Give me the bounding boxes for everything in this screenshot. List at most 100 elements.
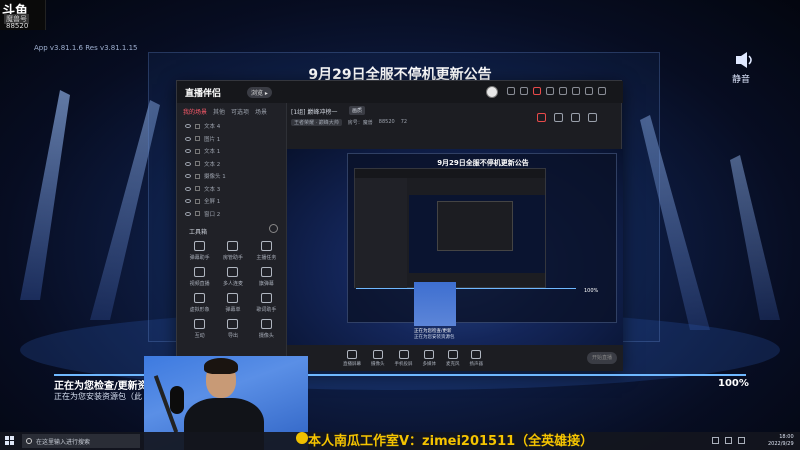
headset-icon[interactable] (507, 87, 515, 95)
avatar[interactable] (486, 86, 498, 98)
coin-icon (296, 432, 308, 444)
screen-capture-button[interactable]: 直播屏幕 (343, 349, 361, 367)
layer-label: 窗口 2 (204, 211, 221, 218)
text-layer-icon (195, 186, 200, 192)
taskbar-clock[interactable]: 18:00 2022/9/29 (768, 434, 794, 448)
room-id: 88520 (378, 119, 395, 125)
gift-box-icon[interactable] (537, 113, 546, 122)
layer-item[interactable]: 文本 2 (177, 158, 286, 171)
app-browse-button[interactable]: 浏览 ▸ (247, 87, 272, 98)
layer-item[interactable]: 全屏 1 (177, 195, 286, 208)
tool-interact[interactable]: 互动 (183, 319, 216, 339)
titlebar-icons (507, 87, 606, 95)
tool-multi-mic[interactable]: 多人连麦 (216, 267, 249, 287)
live-preview[interactable]: 9月29日全服不停机更新公告 100% 正在为您检查/更新 正在为您安装资源包 (287, 149, 623, 345)
stream-screen: 斗鱼 魔兽号 88520 App v3.81.1.6 Res v3.81.1.1… (0, 0, 800, 450)
nested-preview-recursive (437, 201, 513, 251)
eye-icon[interactable] (185, 211, 191, 216)
tab-options[interactable]: 可选项 (231, 107, 249, 116)
taskbar-search-input[interactable]: 在这里输入进行搜索 (22, 434, 140, 448)
nested-notice-title: 9月29日全服不停机更新公告 (437, 159, 529, 167)
text-layer-icon (195, 161, 200, 167)
layer-label: 文本 1 (204, 149, 221, 156)
tool-danmu-list[interactable]: 弹幕单 (216, 293, 249, 313)
layer-item[interactable]: 摄像头 1 (177, 170, 286, 183)
layer-item[interactable]: 图片 1 (177, 133, 286, 146)
eye-icon[interactable] (185, 199, 191, 204)
tool-host-tasks[interactable]: 主播任务 (250, 241, 283, 261)
nested-notice-window: 9月29日全服不停机更新公告 100% 正在为您检查/更新 正在为您安装资源包 (347, 153, 617, 340)
toolbox-more-button[interactable] (269, 224, 278, 233)
volume-icon[interactable] (725, 437, 732, 444)
mic-icon (447, 349, 458, 359)
settings-icon[interactable] (546, 87, 554, 95)
eye-icon[interactable] (185, 186, 191, 191)
update-status-text: 正在为您检查/更新资 (54, 381, 148, 392)
windows-start-icon[interactable] (5, 436, 15, 446)
layer-label: 摄像头 1 (204, 174, 226, 181)
flag-icon (260, 267, 272, 277)
task-icon (260, 241, 272, 251)
nested-progress-percent: 100% (584, 288, 599, 294)
ime-icon[interactable] (738, 437, 745, 444)
screen-icon[interactable] (571, 113, 580, 122)
minimize-icon[interactable] (572, 87, 580, 95)
tool-avatar[interactable]: 虚拟形象 (183, 293, 216, 313)
share-icon[interactable] (588, 113, 597, 122)
monitor-icon (347, 349, 357, 359)
mute-label[interactable]: 静音 (732, 72, 750, 85)
network-icon[interactable] (712, 437, 719, 444)
category-tag[interactable]: 王者荣耀 · 巅峰大帅 (291, 119, 342, 126)
eye-icon[interactable] (185, 136, 191, 141)
tab-other[interactable]: 其他 (213, 107, 225, 116)
tool-danmu-helper[interactable]: 弹幕助手 (183, 241, 216, 261)
tool-room-manager[interactable]: 房管助手 (216, 241, 249, 261)
tool-video-live[interactable]: 视频直播 (183, 267, 216, 287)
app-logo: 直播伴侣 (185, 89, 222, 99)
layer-label: 文本 4 (204, 124, 221, 131)
eye-icon[interactable] (185, 149, 191, 154)
tab-scene[interactable]: 场景 (255, 107, 267, 116)
nested-progress-fill (356, 288, 576, 289)
mail-icon[interactable] (533, 87, 541, 95)
multimedia-button[interactable]: 多媒体 (423, 349, 436, 367)
tab-my-scenes[interactable]: 我的场景 (183, 107, 207, 116)
microphone-button[interactable]: 麦克风 (446, 349, 460, 367)
layer-item[interactable]: 文本 1 (177, 145, 286, 158)
layer-item[interactable]: 文本 3 (177, 183, 286, 196)
room-hot: 72 (400, 119, 408, 125)
toolbox-title: 工具箱 (189, 229, 208, 236)
eye-icon[interactable] (185, 174, 191, 179)
layer-item[interactable]: 窗口 2 (177, 208, 286, 221)
quality-badge[interactable]: 画质 (349, 106, 366, 115)
eye-icon[interactable] (185, 124, 191, 129)
eye-icon[interactable] (185, 161, 191, 166)
scene-tabs: 我的场景 其他 可选项 场景 (177, 103, 286, 120)
camera-button[interactable]: 摄像头 (371, 349, 385, 367)
gift-icon[interactable] (520, 87, 528, 95)
tool-export[interactable]: 导出 (216, 319, 249, 339)
speaker-icon[interactable] (734, 50, 756, 70)
phone-icon (398, 349, 409, 359)
layer-label: 全屏 1 (204, 199, 221, 206)
tool-camera[interactable]: 摄像头 (250, 319, 283, 339)
update-percent: 100% (718, 378, 749, 389)
room-info: 王者荣耀 · 巅峰大帅 房号：魔兽 88520 72 (291, 119, 407, 126)
chart-icon[interactable] (554, 113, 563, 122)
app-titlebar: 直播伴侣 浏览 ▸ (177, 81, 623, 103)
maximize-icon[interactable] (585, 87, 593, 95)
room-title[interactable]: [1组] 巅峰冲榜一 (291, 107, 337, 116)
media-icon (424, 349, 435, 359)
clock-date: 2022/9/29 (768, 441, 794, 447)
fullscreen-layer-icon (195, 198, 200, 204)
speaker-icon (471, 349, 482, 359)
layer-item[interactable]: 文本 4 (177, 120, 286, 133)
phone-cast-button[interactable]: 手机投屏 (395, 349, 413, 367)
camera-icon (260, 319, 272, 329)
start-live-button[interactable]: 开始直播 (587, 352, 617, 364)
speaker-button[interactable]: 扬声器 (470, 349, 483, 367)
menu-icon[interactable] (559, 87, 567, 95)
tool-flag-danmu[interactable]: 旗弹幕 (250, 267, 283, 287)
tool-lyrics[interactable]: 歌词助手 (250, 293, 283, 313)
close-icon[interactable] (598, 87, 606, 95)
